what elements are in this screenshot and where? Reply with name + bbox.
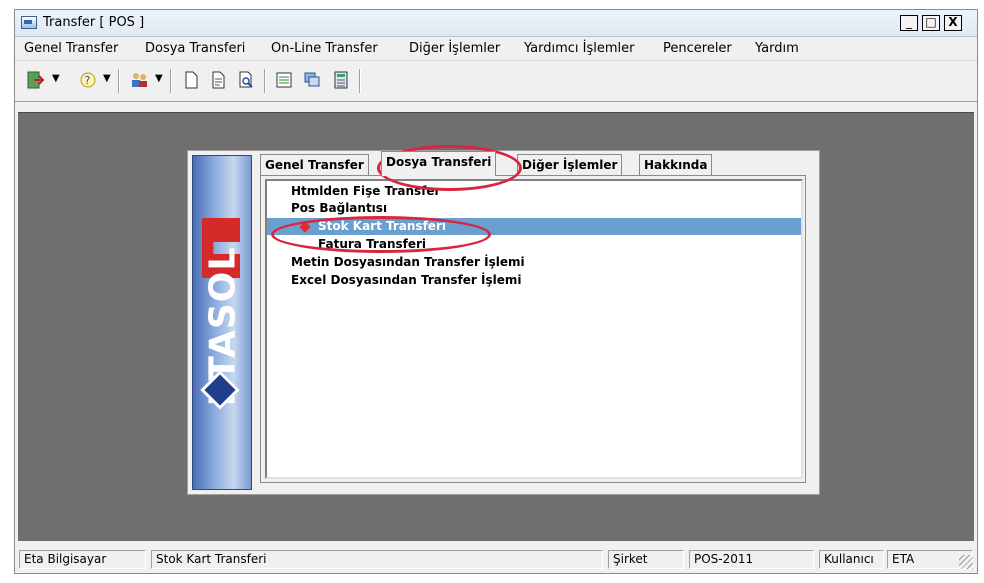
menu-genel-transfer[interactable]: Genel Transfer — [24, 41, 118, 56]
exit-icon[interactable] — [25, 70, 45, 90]
calculator-icon[interactable] — [331, 70, 351, 90]
toolbar-separator — [170, 69, 172, 93]
tab-hakkinda[interactable]: Hakkında — [639, 154, 713, 175]
maximize-button[interactable]: □ — [922, 15, 940, 31]
title-bar[interactable]: Transfer [ POS ] _ □ X — [15, 10, 977, 37]
transfer-tree[interactable]: Htmlden Fişe Transfer Pos Bağlantısı Sto… — [265, 179, 803, 479]
transfer-panel: ETASOL Genel Transfer Dosya Transferi Di… — [187, 145, 820, 495]
status-company: Eta Bilgisayar — [19, 550, 146, 569]
toolbar-separator — [264, 69, 266, 93]
list-icon[interactable] — [274, 70, 294, 90]
app-icon — [21, 16, 37, 29]
menu-online-transfer[interactable]: On-Line Transfer — [271, 41, 378, 56]
status-bar: Eta Bilgisayar Stok Kart Transferi Şirke… — [15, 545, 977, 573]
menu-yardim[interactable]: Yardım — [755, 41, 799, 56]
tree-item[interactable]: Pos Bağlantısı — [291, 200, 387, 217]
status-current-operation: Stok Kart Transferi — [151, 550, 603, 569]
toolbar: ▼ ? ▼ ▼ — [15, 60, 977, 102]
windows-icon[interactable] — [302, 70, 322, 90]
toolbar-separator — [359, 69, 361, 93]
toolbar-separator — [118, 69, 120, 93]
new-document-icon[interactable] — [181, 70, 201, 90]
menu-pencereler[interactable]: Pencereler — [663, 41, 732, 56]
selected-marker-icon — [299, 221, 311, 233]
status-sirket-value: POS-2011 — [689, 550, 814, 569]
tree-item[interactable]: Excel Dosyasından Transfer İşlemi — [291, 272, 521, 289]
tree-item[interactable]: Metin Dosyasından Transfer İşlemi — [291, 254, 525, 271]
tab-content: Htmlden Fişe Transfer Pos Bağlantısı Sto… — [260, 175, 806, 483]
resize-grip-icon[interactable] — [959, 555, 973, 569]
tab-dosya-transferi[interactable]: Dosya Transferi — [381, 151, 497, 176]
menu-yardimci-islemler[interactable]: Yardımcı İşlemler — [524, 41, 635, 56]
status-user-label: Kullanıcı — [819, 550, 884, 569]
document-icon[interactable] — [208, 70, 228, 90]
tree-item-label: Stok Kart Transferi — [318, 219, 446, 233]
mdi-workspace: ETASOL Genel Transfer Dosya Transferi Di… — [18, 112, 974, 541]
print-preview-icon[interactable] — [236, 70, 256, 90]
users-dropdown-arrow[interactable]: ▼ — [155, 73, 163, 84]
exit-dropdown-arrow[interactable]: ▼ — [52, 73, 60, 84]
svg-text:?: ? — [85, 74, 91, 87]
menu-dosya-transferi[interactable]: Dosya Transferi — [145, 41, 245, 56]
tab-genel-transfer[interactable]: Genel Transfer — [260, 154, 369, 175]
menu-diger-islemler[interactable]: Diğer İşlemler — [409, 41, 500, 56]
tree-item[interactable]: Fatura Transferi — [318, 236, 426, 253]
etasol-logo: ETASOL — [192, 155, 252, 490]
minimize-button[interactable]: _ — [900, 15, 918, 31]
help-icon[interactable]: ? — [78, 70, 98, 90]
tree-item[interactable]: Htmlden Fişe Transfer — [291, 183, 440, 200]
status-sirket-label: Şirket — [608, 550, 684, 569]
menu-bar: Genel Transfer Dosya Transferi On-Line T… — [15, 37, 977, 59]
tree-item-selected[interactable]: Stok Kart Transferi — [267, 218, 801, 235]
help-dropdown-arrow[interactable]: ▼ — [103, 73, 111, 84]
window-title: Transfer [ POS ] — [43, 15, 145, 30]
main-window: Transfer [ POS ] _ □ X Genel Transfer Do… — [14, 9, 978, 574]
close-button[interactable]: X — [944, 15, 962, 31]
users-icon[interactable] — [129, 70, 149, 90]
tab-diger-islemler[interactable]: Diğer İşlemler — [517, 154, 623, 175]
